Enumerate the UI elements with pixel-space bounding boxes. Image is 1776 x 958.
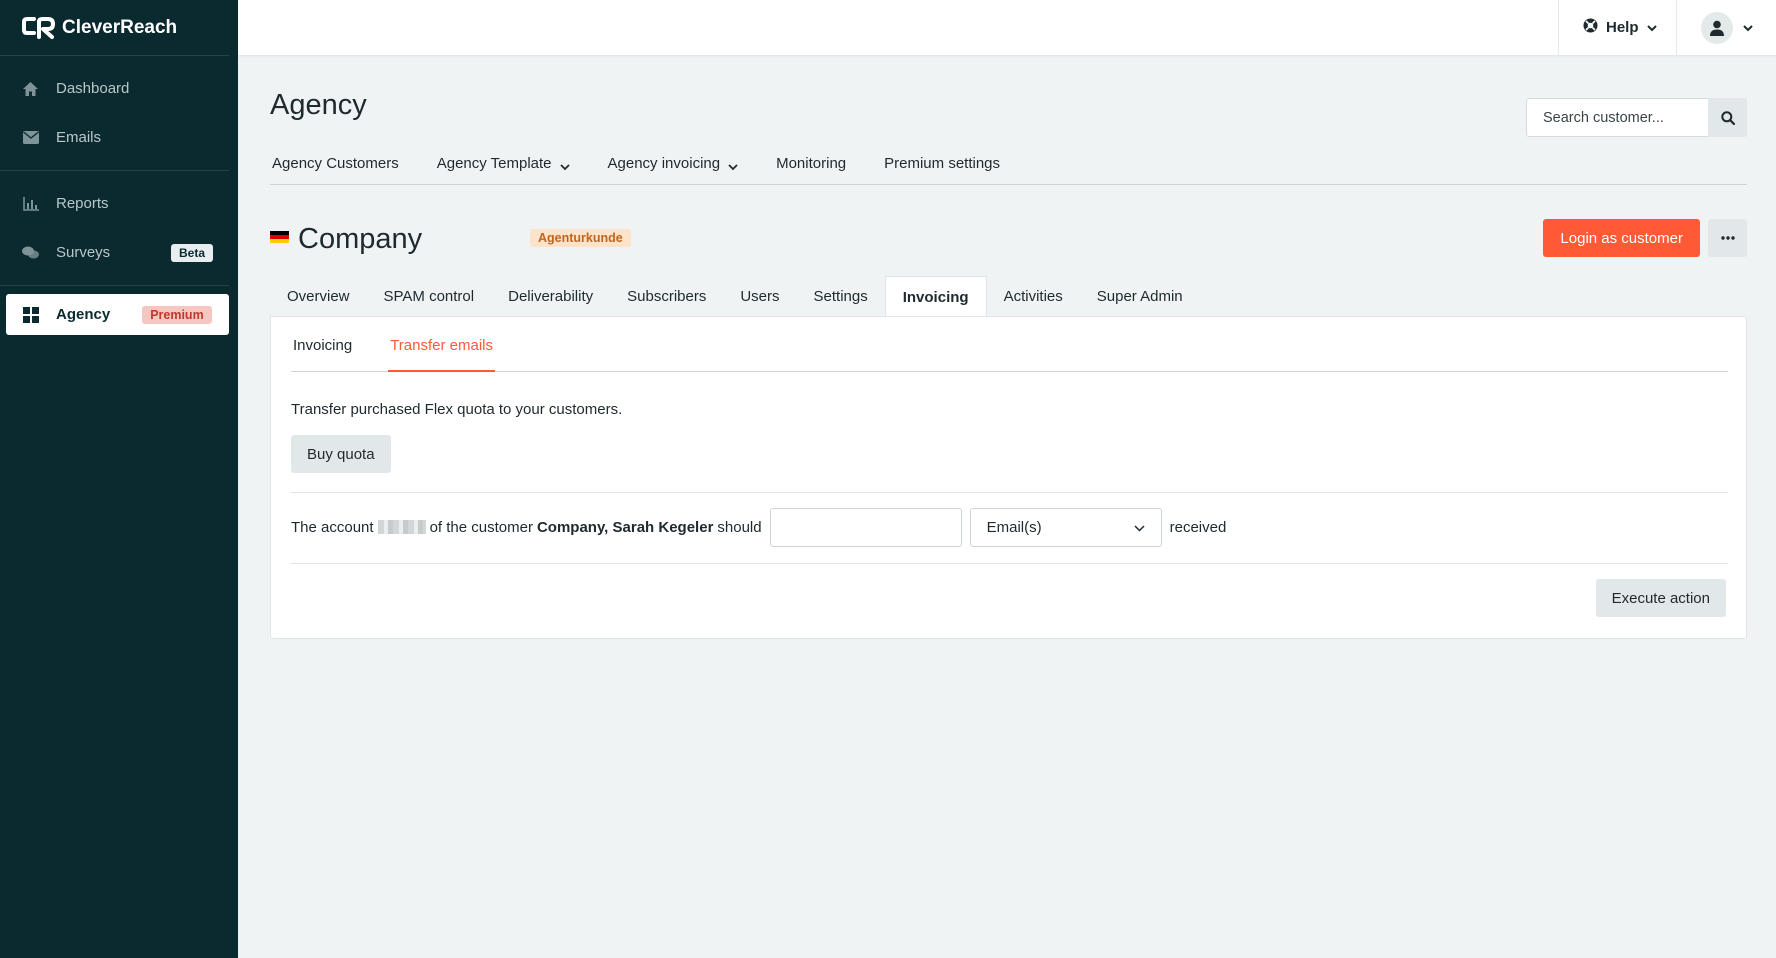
- chevron-down-icon: [1646, 19, 1657, 36]
- tab-label: Agency invoicing: [607, 155, 721, 172]
- page-title: Agency: [270, 89, 367, 121]
- tab-spam-control[interactable]: SPAM control: [367, 276, 492, 317]
- tab-label: Agency Template: [436, 155, 552, 172]
- agency-tabs: Agency Customers Agency Template Agency …: [270, 155, 1747, 185]
- tab-agency-template[interactable]: Agency Template: [435, 155, 570, 184]
- ellipsis-icon: [1720, 236, 1735, 240]
- sentence-part: received: [1169, 518, 1227, 536]
- beta-badge: Beta: [170, 243, 213, 262]
- transfer-form: The account of the customer Company, Sar…: [291, 507, 1226, 547]
- sidebar-item-label: Emails: [56, 129, 102, 146]
- lifebuoy-icon: [1583, 18, 1598, 37]
- avatar: [1701, 11, 1733, 44]
- cleverreach-logo-icon: [22, 16, 55, 39]
- user-menu[interactable]: [1676, 0, 1776, 55]
- help-menu[interactable]: Help: [1558, 0, 1681, 55]
- tab-activities[interactable]: Activities: [987, 276, 1080, 317]
- customer-name: Company: [298, 223, 423, 255]
- tab-deliverability[interactable]: Deliverability: [491, 276, 610, 317]
- buy-quota-button[interactable]: Buy quota: [291, 435, 391, 473]
- tab-label: Premium settings: [884, 155, 1001, 172]
- customer-header: Company Agenturkunde Login as customer: [270, 219, 1747, 259]
- sidebar-item-dashboard[interactable]: Dashboard: [6, 64, 221, 113]
- customer-reference: Company, Sarah Kegeler: [536, 518, 714, 536]
- nav-group-agency: Agency Premium: [0, 294, 238, 335]
- sidebar-item-label: Surveys: [56, 244, 111, 261]
- sentence-part: The account: [291, 518, 374, 536]
- tab-invoicing[interactable]: Invoicing: [884, 276, 987, 317]
- premium-badge: Premium: [142, 305, 212, 324]
- tab-subscribers[interactable]: Subscribers: [610, 276, 723, 317]
- divider: [291, 563, 1728, 564]
- envelope-icon: [22, 129, 39, 146]
- german-flag-icon: [270, 231, 289, 243]
- transfer-description: Transfer purchased Flex quota to your cu…: [291, 401, 623, 418]
- invoicing-sub-tabs: Invoicing Transfer emails: [291, 337, 1728, 372]
- tab-label: Agency Customers: [272, 155, 399, 172]
- tab-users[interactable]: Users: [723, 276, 796, 317]
- brand-name: CleverReach: [62, 16, 178, 38]
- unit-select-value: Email(s): [986, 518, 1042, 536]
- execute-action-button[interactable]: Execute action: [1595, 579, 1726, 617]
- grid-icon: [22, 306, 39, 323]
- quantity-input[interactable]: [769, 507, 962, 547]
- search-icon: [1720, 110, 1735, 125]
- redacted-account-id: [377, 520, 426, 534]
- customer-tabs: Overview SPAM control Deliverability Sub…: [270, 276, 1200, 317]
- sidebar: CleverReach Dashboard Emails Reports Sur…: [0, 0, 238, 958]
- more-options-button[interactable]: [1708, 219, 1747, 257]
- tab-premium-settings[interactable]: Premium settings: [882, 155, 1000, 184]
- sidebar-item-agency[interactable]: Agency Premium: [6, 294, 229, 335]
- sidebar-item-emails[interactable]: Emails: [6, 113, 221, 162]
- help-label: Help: [1606, 19, 1639, 36]
- tab-agency-customers[interactable]: Agency Customers: [270, 155, 399, 184]
- status-badge: Agenturkunde: [530, 229, 631, 247]
- bar-chart-icon: [22, 195, 39, 212]
- chevron-down-icon: [559, 158, 570, 175]
- chat-bubbles-icon: [22, 244, 39, 261]
- search-button[interactable]: [1708, 98, 1747, 137]
- logo[interactable]: CleverReach: [0, 0, 229, 56]
- sidebar-item-reports[interactable]: Reports: [6, 179, 221, 228]
- sidebar-item-label: Agency: [56, 306, 111, 323]
- chevron-down-icon: [1743, 19, 1753, 37]
- login-as-customer-button[interactable]: Login as customer: [1543, 219, 1700, 257]
- user-icon: [1710, 20, 1724, 36]
- unit-select[interactable]: Email(s): [969, 507, 1162, 547]
- sentence-part: should: [717, 518, 762, 536]
- topbar: Help: [238, 0, 1776, 55]
- customer-search: [1526, 98, 1747, 137]
- subtab-invoicing[interactable]: Invoicing: [291, 337, 354, 371]
- sidebar-item-label: Dashboard: [56, 80, 130, 97]
- tab-monitoring[interactable]: Monitoring: [774, 155, 846, 184]
- sentence-part: of the customer: [429, 518, 533, 536]
- nav-group-analysis: Reports Surveys Beta: [0, 171, 229, 286]
- tab-super-admin[interactable]: Super Admin: [1080, 276, 1200, 317]
- home-icon: [22, 80, 39, 97]
- tab-settings[interactable]: Settings: [797, 276, 885, 317]
- tab-agency-invoicing[interactable]: Agency invoicing: [606, 155, 739, 184]
- divider: [291, 492, 1728, 493]
- invoicing-panel: Invoicing Transfer emails Transfer purch…: [270, 316, 1747, 639]
- tab-overview[interactable]: Overview: [270, 276, 367, 317]
- chevron-down-icon: [728, 158, 738, 175]
- tab-label: Monitoring: [776, 155, 847, 172]
- chevron-down-icon: [1134, 519, 1145, 536]
- nav-group-main: Dashboard Emails: [0, 56, 229, 171]
- sidebar-item-surveys[interactable]: Surveys Beta: [6, 228, 221, 277]
- search-input[interactable]: [1526, 98, 1708, 137]
- sidebar-item-label: Reports: [56, 195, 109, 212]
- subtab-transfer-emails[interactable]: Transfer emails: [388, 337, 496, 372]
